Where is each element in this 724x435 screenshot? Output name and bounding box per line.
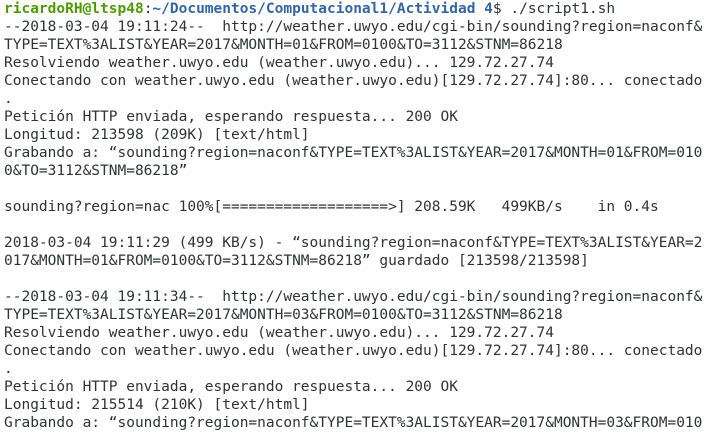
output-line: --2018-03-04 19:11:24-- http://weather.u… — [4, 19, 703, 35]
output-line: Longitud: 213598 (209K) [text/html] — [4, 127, 310, 143]
prompt-user-host: ricardoRH@ltsp48 — [4, 1, 144, 17]
output-line-blank — [4, 216, 724, 234]
output-line: Resolviendo weather.uwyo.edu (weather.uw… — [4, 325, 554, 341]
prompt-symbol: $ — [492, 1, 511, 17]
progress-line: sounding?region=nac 100%[===============… — [4, 199, 659, 215]
output-line: Grabando a: “sounding?region=naconf&TYPE… — [4, 415, 703, 431]
output-line: Petición HTTP enviada, esperando respues… — [4, 379, 458, 395]
output-line: Grabando a: “sounding?region=naconf&TYPE… — [4, 145, 703, 161]
prompt-command: ./script1.sh — [510, 1, 616, 17]
output-line: . — [4, 91, 13, 107]
prompt-line: ricardoRH@ltsp48:~/Documentos/Computacio… — [4, 0, 724, 18]
output-line: 0&TO=3112&STNM=86218” — [4, 163, 188, 179]
output-line: TYPE=TEXT%3ALIST&YEAR=2017&MONTH=01&FROM… — [4, 37, 563, 53]
output-line-blank — [4, 270, 724, 288]
output-line: 2018-03-04 19:11:29 (499 KB/s) - “soundi… — [4, 235, 703, 251]
output-line: Resolviendo weather.uwyo.edu (weather.uw… — [4, 55, 554, 71]
output-line: Conectando con weather.uwyo.edu (weather… — [4, 73, 703, 89]
prompt-path: ~/Documentos/Computacional1/Actividad 4 — [152, 1, 493, 17]
output-line-blank — [4, 180, 724, 198]
output-line: Conectando con weather.uwyo.edu (weather… — [4, 343, 703, 359]
output-line: . — [4, 361, 13, 377]
output-line: 017&MONTH=01&FROM=0100&TO=3112&STNM=8621… — [4, 253, 589, 269]
terminal-output[interactable]: ricardoRH@ltsp48:~/Documentos/Computacio… — [0, 0, 724, 435]
output-line: --2018-03-04 19:11:34-- http://weather.u… — [4, 289, 703, 305]
output-line: Petición HTTP enviada, esperando respues… — [4, 109, 458, 125]
output-line: Longitud: 215514 (210K) [text/html] — [4, 397, 310, 413]
output-line: TYPE=TEXT%3ALIST&YEAR=2017&MONTH=03&FROM… — [4, 307, 563, 323]
